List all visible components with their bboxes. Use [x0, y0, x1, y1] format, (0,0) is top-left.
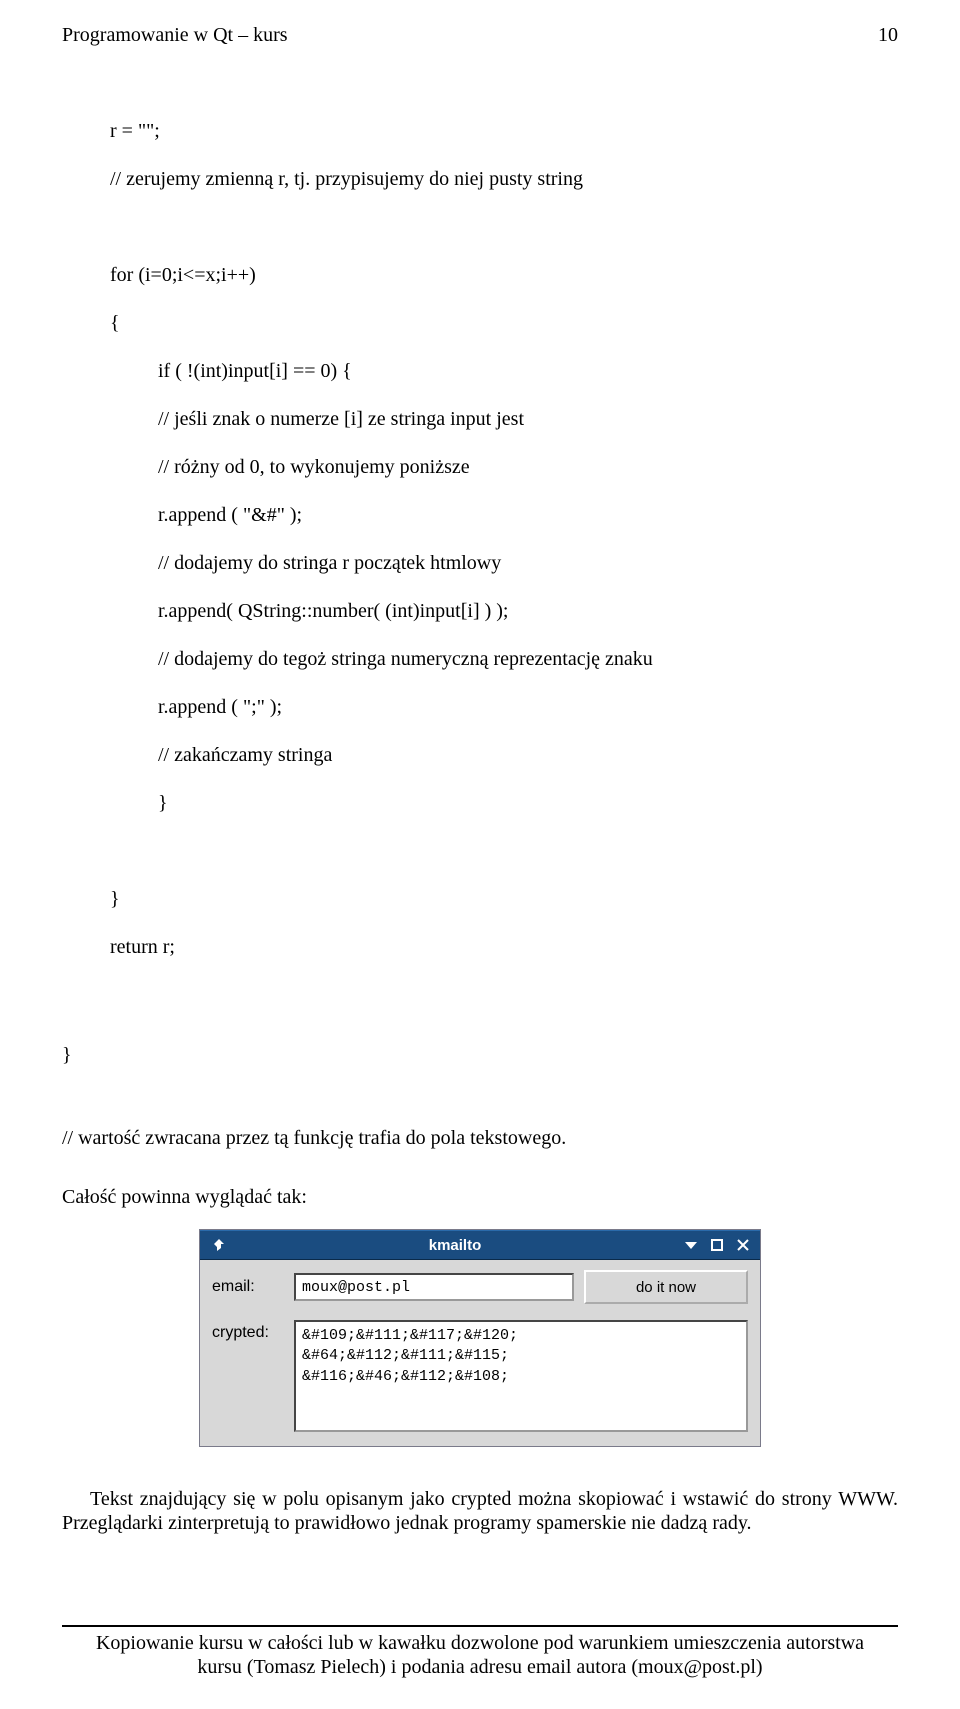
code-line: r.append ( ";" );	[110, 695, 898, 719]
code-line: if ( !(int)input[i] == 0) {	[110, 359, 898, 383]
crypted-output[interactable]: &#109;&#111;&#117;&#120; &#64;&#112;&#11…	[294, 1320, 748, 1432]
page-header: Programowanie w Qt – kurs 10	[62, 24, 898, 47]
email-field[interactable]: moux@post.pl	[294, 1273, 574, 1301]
body-paragraph: Tekst znajdujący się w polu opisanym jak…	[62, 1487, 898, 1535]
header-title: Programowanie w Qt – kurs	[62, 24, 288, 47]
do-it-now-button[interactable]: do it now	[584, 1270, 748, 1304]
code-line: return r;	[110, 935, 898, 959]
code-line: }	[62, 1043, 898, 1067]
email-label: email:	[212, 1278, 284, 1296]
code-line: r = "";	[110, 119, 898, 143]
code-block-2: }	[62, 1019, 898, 1115]
footer-separator	[62, 1625, 898, 1627]
app-window: kmailto email: moux@p	[199, 1229, 761, 1447]
code-line: // zakańczamy stringa	[110, 743, 898, 767]
code-line: r.append( QString::number( (int)input[i]…	[110, 599, 898, 623]
code-line: // dodajemy do stringa r początek htmlow…	[110, 551, 898, 575]
footer-line-2: kursu (Tomasz Pielech) i podania adresu …	[62, 1655, 898, 1679]
client-area: email: moux@post.pl do it now crypted: &…	[200, 1260, 760, 1446]
code-line: {	[110, 311, 898, 335]
crypted-label: crypted:	[212, 1320, 284, 1342]
code-line: // różny od 0, to wykonujemy poniższe	[110, 455, 898, 479]
titlebar: kmailto	[200, 1230, 760, 1260]
minimize-icon[interactable]	[682, 1238, 700, 1252]
code-end-comment: // wartość zwracana przez tą funkcję tra…	[62, 1127, 898, 1150]
code-block-1: r = ""; // zerujemy zmienną r, tj. przyp…	[110, 95, 898, 1007]
page-number: 10	[878, 24, 898, 47]
code-line: }	[110, 887, 898, 911]
footer-line-1: Kopiowanie kursu w całości lub w kawałku…	[62, 1631, 898, 1655]
close-icon[interactable]	[734, 1238, 752, 1252]
pin-icon[interactable]	[209, 1238, 227, 1252]
code-line: for (i=0;i<=x;i++)	[110, 263, 898, 287]
section-label: Całość powinna wyglądać tak:	[62, 1186, 898, 1209]
app-screenshot: kmailto email: moux@p	[62, 1229, 898, 1447]
code-line: }	[110, 791, 898, 815]
code-line: // zerujemy zmienną r, tj. przypisujemy …	[110, 167, 898, 191]
code-line: // jeśli znak o numerze [i] ze stringa i…	[110, 407, 898, 431]
button-label: do it now	[636, 1279, 696, 1296]
page-footer: Kopiowanie kursu w całości lub w kawałku…	[62, 1631, 898, 1679]
email-value: moux@post.pl	[302, 1279, 410, 1296]
code-line: r.append ( "&#" );	[110, 503, 898, 527]
window-title: kmailto	[236, 1237, 674, 1254]
code-line: // dodajemy do tegoż stringa numeryczną …	[110, 647, 898, 671]
maximize-icon[interactable]	[708, 1238, 726, 1252]
